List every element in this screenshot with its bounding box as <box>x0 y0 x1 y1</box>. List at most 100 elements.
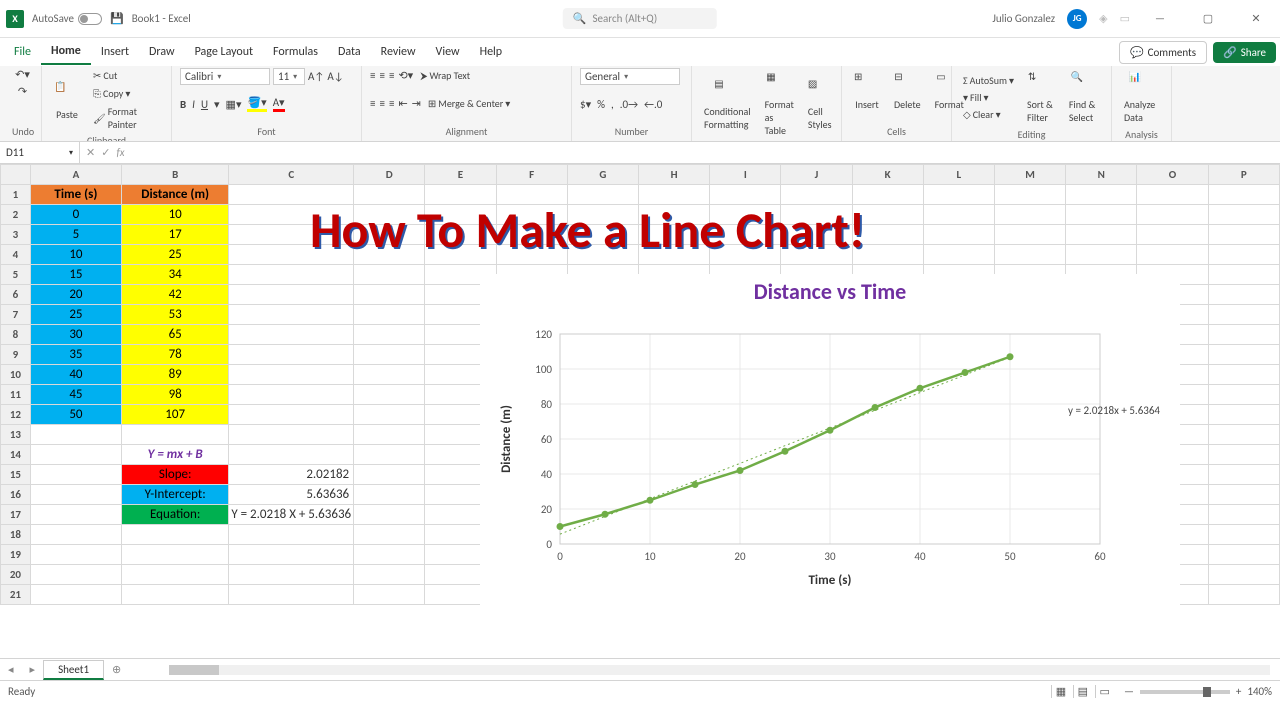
row-header-14[interactable]: 14 <box>1 445 31 465</box>
col-header-O[interactable]: O <box>1137 165 1208 185</box>
redo-icon[interactable]: ↷ <box>18 85 27 98</box>
row-header-13[interactable]: 13 <box>1 425 31 445</box>
decrease-font-icon[interactable]: A↓ <box>327 70 343 83</box>
cell-B2[interactable]: 10 <box>122 205 229 225</box>
col-header-P[interactable]: P <box>1208 165 1279 185</box>
cell-C21[interactable] <box>229 585 354 605</box>
cell-C17[interactable]: Y = 2.0218 X + 5.63636 <box>229 505 354 525</box>
cell-M2[interactable] <box>994 205 1065 225</box>
cell-A17[interactable] <box>30 505 121 525</box>
cell-A21[interactable] <box>30 585 121 605</box>
cell-A12[interactable]: 50 <box>30 405 121 425</box>
col-header-I[interactable]: I <box>710 165 781 185</box>
cell-D21[interactable] <box>354 585 425 605</box>
col-header-B[interactable]: B <box>122 165 229 185</box>
col-header-N[interactable]: N <box>1066 165 1137 185</box>
cell-C18[interactable] <box>229 525 354 545</box>
number-format-select[interactable]: General <box>580 68 680 85</box>
col-header-E[interactable]: E <box>425 165 496 185</box>
page-layout-view-icon[interactable]: ▤ <box>1073 685 1092 698</box>
cell-N2[interactable] <box>1066 205 1137 225</box>
toggle-off-icon[interactable] <box>78 13 102 25</box>
menu-draw[interactable]: Draw <box>139 40 185 64</box>
cell-B10[interactable]: 89 <box>122 365 229 385</box>
cell-P9[interactable] <box>1208 345 1279 365</box>
cell-C11[interactable] <box>229 385 354 405</box>
cell-D17[interactable] <box>354 505 425 525</box>
cell-L2[interactable] <box>923 205 994 225</box>
zoom-level[interactable]: 140% <box>1247 685 1272 698</box>
align-bottom-icon[interactable]: ≡ <box>389 69 394 82</box>
cell-B17[interactable]: Equation: <box>122 505 229 525</box>
user-name[interactable]: Julio Gonzalez <box>992 12 1055 25</box>
cell-L3[interactable] <box>923 225 994 245</box>
cell-P7[interactable] <box>1208 305 1279 325</box>
cell-B7[interactable]: 53 <box>122 305 229 325</box>
cell-A1[interactable]: Time (s) <box>30 185 121 205</box>
insert-cells-button[interactable]: ⊞Insert <box>850 68 884 113</box>
cell-A4[interactable]: 10 <box>30 245 121 265</box>
spreadsheet-grid[interactable]: ABCDEFGHIJKLMNOP1Time (s)Distance (m)201… <box>0 164 1280 658</box>
cell-A14[interactable] <box>30 445 121 465</box>
fill-button[interactable]: ▾ Fill ▾ <box>960 90 1017 105</box>
zoom-out-button[interactable]: — <box>1124 685 1134 698</box>
cell-P3[interactable] <box>1208 225 1279 245</box>
cell-P6[interactable] <box>1208 285 1279 305</box>
col-header-C[interactable]: C <box>229 165 354 185</box>
cell-L4[interactable] <box>923 245 994 265</box>
align-middle-icon[interactable]: ≡ <box>379 69 384 82</box>
cell-M3[interactable] <box>994 225 1065 245</box>
font-size-select[interactable]: 11 <box>273 68 305 85</box>
cell-P10[interactable] <box>1208 365 1279 385</box>
cell-P18[interactable] <box>1208 525 1279 545</box>
bold-button[interactable]: B <box>180 98 186 111</box>
avatar[interactable]: JG <box>1067 9 1087 29</box>
menu-data[interactable]: Data <box>328 40 371 64</box>
cell-A10[interactable]: 40 <box>30 365 121 385</box>
cell-D10[interactable] <box>354 365 425 385</box>
row-header-7[interactable]: 7 <box>1 305 31 325</box>
row-header-15[interactable]: 15 <box>1 465 31 485</box>
cell-B15[interactable]: Slope: <box>122 465 229 485</box>
cell-P13[interactable] <box>1208 425 1279 445</box>
cell-A16[interactable] <box>30 485 121 505</box>
cell-A11[interactable]: 45 <box>30 385 121 405</box>
cell-P14[interactable] <box>1208 445 1279 465</box>
cell-P5[interactable] <box>1208 265 1279 285</box>
clear-button[interactable]: ◇ Clear ▾ <box>960 107 1017 122</box>
row-header-18[interactable]: 18 <box>1 525 31 545</box>
cell-B9[interactable]: 78 <box>122 345 229 365</box>
row-header-2[interactable]: 2 <box>1 205 31 225</box>
menu-insert[interactable]: Insert <box>91 40 139 64</box>
italic-button[interactable]: I <box>192 98 195 111</box>
page-break-view-icon[interactable]: ▭ <box>1095 685 1114 698</box>
menu-file[interactable]: File <box>4 40 41 64</box>
merge-center-button[interactable]: ⊞ Merge & Center ▾ <box>425 96 513 111</box>
cell-B14[interactable]: Y = mx + B <box>122 445 229 465</box>
format-as-table-button[interactable]: ▦Format as Table <box>761 68 798 139</box>
percent-icon[interactable]: % <box>597 98 605 111</box>
cell-B21[interactable] <box>122 585 229 605</box>
indent-inc-icon[interactable]: ⇥ <box>412 97 421 110</box>
row-header-9[interactable]: 9 <box>1 345 31 365</box>
row-header-5[interactable]: 5 <box>1 265 31 285</box>
cell-B4[interactable]: 25 <box>122 245 229 265</box>
align-top-icon[interactable]: ≡ <box>370 69 375 82</box>
col-header-G[interactable]: G <box>567 165 638 185</box>
cell-D9[interactable] <box>354 345 425 365</box>
share-button[interactable]: 🔗 Share <box>1213 42 1276 63</box>
inc-decimal-icon[interactable]: .0→ <box>620 98 638 111</box>
cell-D5[interactable] <box>354 265 425 285</box>
menu-home[interactable]: Home <box>41 39 91 65</box>
menu-view[interactable]: View <box>426 40 470 64</box>
align-right-icon[interactable]: ≡ <box>389 97 394 110</box>
col-header-F[interactable]: F <box>496 165 567 185</box>
diamond-icon[interactable]: ◈ <box>1099 12 1107 25</box>
increase-font-icon[interactable]: A↑ <box>308 70 324 83</box>
cell-M1[interactable] <box>994 185 1065 205</box>
undo-icon[interactable]: ↶▾ <box>15 68 30 81</box>
cell-A15[interactable] <box>30 465 121 485</box>
sort-filter-button[interactable]: ⇅Sort & Filter <box>1023 68 1059 126</box>
minimize-button[interactable]: — <box>1142 7 1178 31</box>
cell-C20[interactable] <box>229 565 354 585</box>
